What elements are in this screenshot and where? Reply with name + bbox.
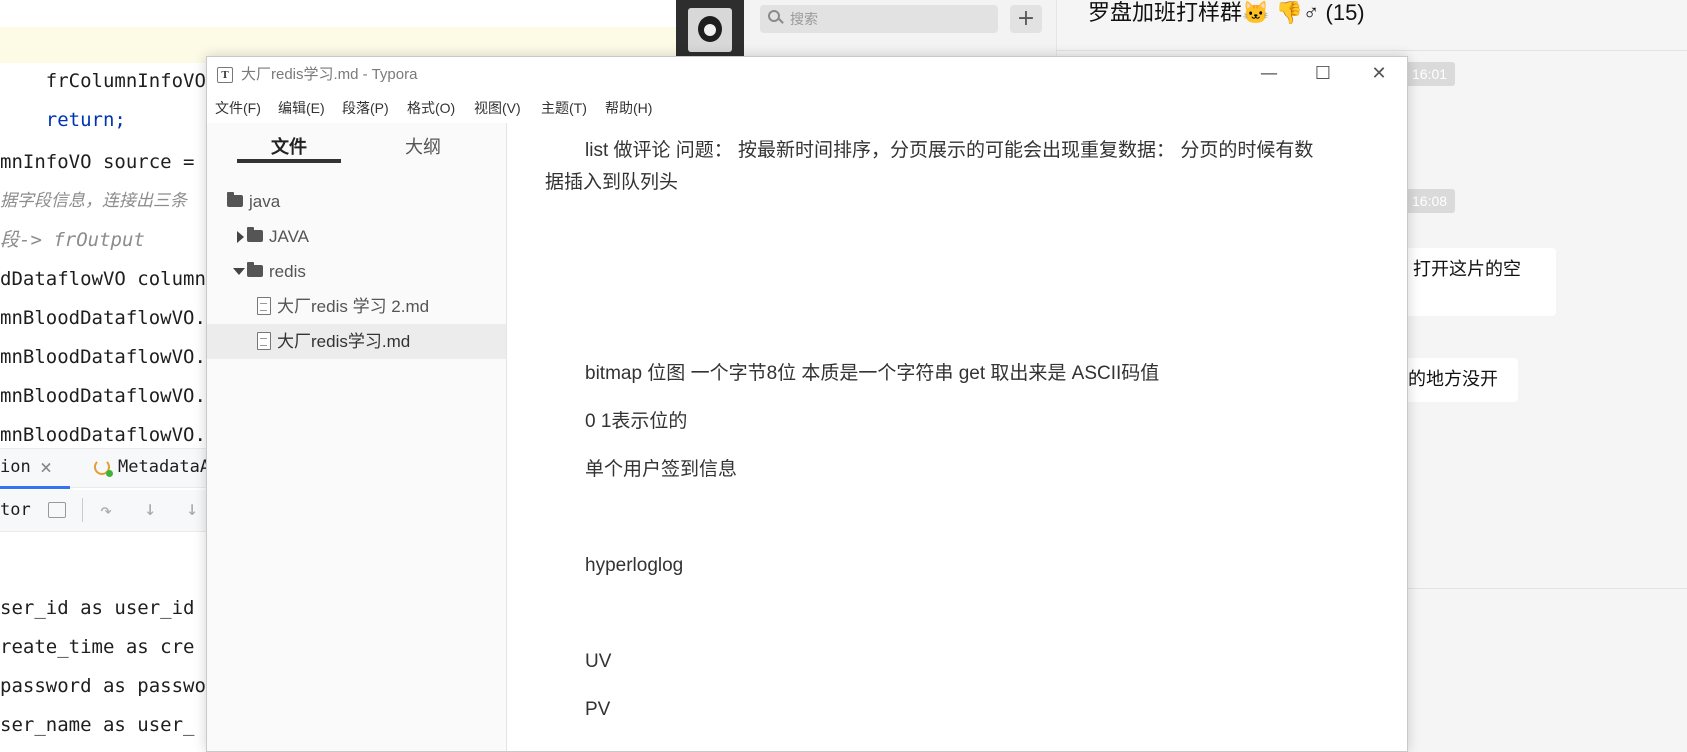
chat-group-title: 罗盘加班打样群🐱 👎♂ (15)	[1088, 0, 1365, 25]
paragraph: 据插入到队列头	[545, 172, 679, 193]
file-icon	[257, 332, 271, 350]
menu-view[interactable]: 视图(V)	[474, 93, 521, 123]
active-tab-indicator	[0, 486, 70, 489]
paragraph: 单个用户签到信息	[585, 459, 738, 480]
code-line: mnBloodDataflowVO.	[0, 346, 206, 368]
tree-item-file[interactable]: 大厂redis 学习 2.md	[207, 289, 506, 324]
paragraph: 0 1表示位的	[585, 411, 688, 432]
minimize-button[interactable]: —	[1241, 57, 1297, 93]
paragraph: bitmap 位图 一个字节8位 本质是一个字符串 get 取出来是 ASCII…	[585, 363, 1160, 384]
menu-file[interactable]: 文件(F)	[215, 93, 261, 123]
step-out-icon[interactable]: ↓	[186, 496, 198, 520]
code-line: mnBloodDataflowVO.	[0, 307, 206, 329]
tree-item-label: JAVA	[269, 227, 309, 246]
tool-tab-label[interactable]: ion	[0, 457, 31, 477]
active-tab-underline	[237, 159, 341, 163]
file-icon	[257, 297, 271, 315]
typora-window: T 大厂redis学习.md - Typora — ☐ ✕ 文件(F) 编辑(E…	[206, 56, 1408, 752]
search-icon-handle	[778, 18, 784, 24]
code-comment: 据字段信息，连接出三条	[0, 191, 187, 211]
toolbar-separator	[82, 498, 83, 522]
code-line: mnInfoVO source =	[0, 151, 195, 173]
menu-theme[interactable]: 主题(T)	[541, 93, 587, 123]
step-over-icon[interactable]: ↷	[100, 498, 112, 522]
chat-search-input[interactable]: 搜索	[760, 5, 998, 33]
file-sidebar: 文件 大纲 java JAVA redis 大厂redis 学习 2.md 大厂…	[207, 123, 507, 751]
tree-item-JAVA[interactable]: JAVA	[207, 219, 506, 254]
folder-icon	[247, 262, 263, 277]
tree-item-redis[interactable]: redis	[207, 254, 506, 289]
code-text: return;	[45, 109, 126, 131]
paragraph: hyperloglog	[585, 555, 684, 576]
tab-outline[interactable]: 大纲	[371, 131, 475, 163]
search-placeholder: 搜索	[790, 12, 818, 28]
step-into-icon[interactable]: ↓	[144, 496, 156, 520]
markdown-editor[interactable]: list 做评论 问题： 按最新时间排序，分页展示的可能会出现重复数据： 分页的…	[507, 123, 1407, 751]
layout-icon[interactable]	[48, 502, 66, 518]
maximize-button[interactable]: ☐	[1295, 57, 1351, 93]
add-chat-button[interactable]: +	[1010, 5, 1042, 33]
menu-help[interactable]: 帮助(H)	[605, 93, 652, 123]
paragraph: list 做评论 问题： 按最新时间排序，分页展示的可能会出现重复数据： 分页的…	[585, 140, 1314, 161]
chat-timestamp: 16:01	[1404, 62, 1456, 86]
code-line: mnBloodDataflowVO.	[0, 385, 206, 407]
typora-app-icon: T	[217, 67, 233, 83]
menu-edit[interactable]: 编辑(E)	[278, 93, 325, 123]
tree-item-label: redis	[269, 262, 306, 281]
paragraph: UV	[585, 651, 612, 672]
tool-tab-label[interactable]: MetadataA	[118, 457, 210, 477]
menu-paragraph[interactable]: 段落(P)	[342, 93, 389, 123]
tree-item-label: 大厂redis学习.md	[277, 332, 411, 351]
sql-line: reate_time as cre	[0, 636, 195, 658]
menu-format[interactable]: 格式(O)	[407, 93, 455, 123]
chat-header-divider	[1056, 50, 1687, 51]
close-icon[interactable]: ×	[40, 455, 52, 479]
status-dot-icon	[106, 470, 113, 477]
avatar-face-icon	[704, 24, 716, 36]
toolbar-label: tor	[0, 500, 31, 520]
paragraph: PV	[585, 699, 611, 720]
sql-line: password as passwo	[0, 675, 206, 697]
folder-icon	[227, 192, 243, 207]
title-bar[interactable]: T 大厂redis学习.md - Typora — ☐ ✕	[207, 57, 1407, 93]
code-line: dDataflowVO column	[0, 268, 206, 290]
code-comment: 段-> frOutput	[0, 229, 145, 251]
chevron-down-icon[interactable]	[233, 268, 245, 275]
tree-item-java[interactable]: java	[207, 184, 506, 219]
avatar[interactable]	[688, 8, 732, 52]
chat-message-text: ]，打开这片的空	[1390, 259, 1522, 279]
tree-item-label: 大厂redis 学习 2.md	[277, 297, 430, 316]
folder-icon	[247, 227, 263, 242]
sql-line: ser_name as user_	[0, 714, 195, 736]
code-line: return;	[0, 66, 126, 131]
close-button[interactable]: ✕	[1351, 57, 1407, 93]
tree-item-file-selected[interactable]: 大厂redis学习.md	[207, 324, 506, 359]
sql-line: ser_id as user_id	[0, 597, 195, 619]
chat-timestamp: 16:08	[1404, 189, 1456, 213]
menu-bar: 文件(F) 编辑(E) 段落(P) 格式(O) 视图(V) 主题(T) 帮助(H…	[207, 93, 1407, 123]
tree-item-label: java	[249, 192, 281, 211]
window-title: 大厂redis学习.md - Typora	[241, 66, 418, 83]
chevron-right-icon[interactable]	[237, 231, 244, 243]
